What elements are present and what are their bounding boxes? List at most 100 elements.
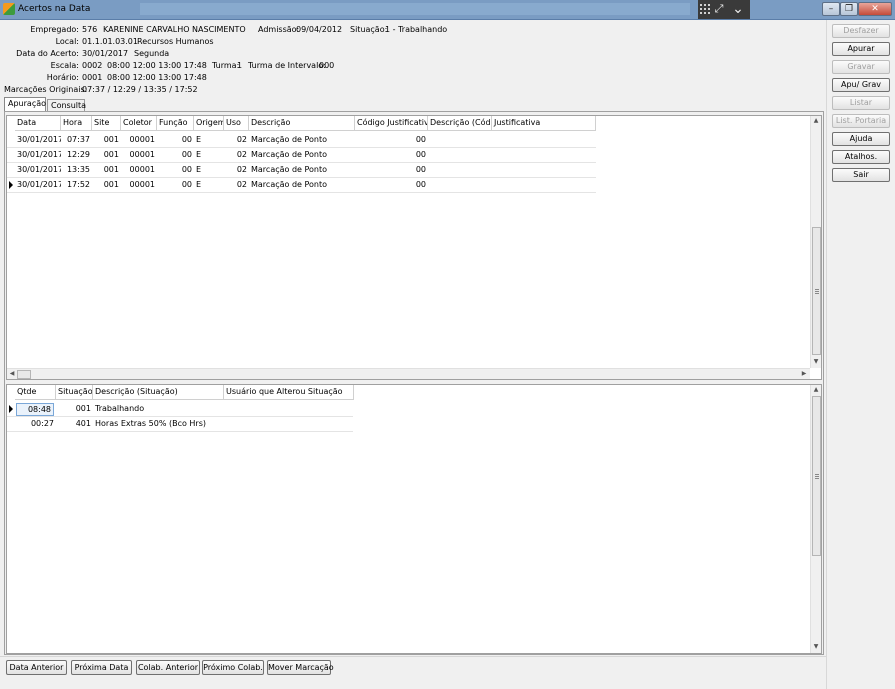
table-row-current[interactable]: 08:48 001 Trabalhando	[7, 402, 353, 417]
apurar-gravar-button[interactable]: Apu/ Grav	[832, 78, 890, 92]
atalhos-button[interactable]: Atalhos.	[832, 150, 890, 164]
admissao-label: Admissão:	[258, 25, 300, 34]
colab-anterior-button[interactable]: Colab. Anterior	[136, 660, 200, 675]
cell-data: 30/01/2017	[17, 135, 61, 144]
close-icon: ✕	[871, 4, 879, 14]
cell-coletor: 00001	[129, 135, 155, 144]
close-button[interactable]: ✕	[858, 2, 892, 16]
col-codigo-justificativa[interactable]: Código Justificativa	[355, 116, 428, 131]
marks-grid[interactable]: Data Hora Site Coletor Função Origem Uso…	[6, 115, 822, 380]
cell-descricao: Marcação de Ponto	[251, 135, 328, 144]
marcacoes-label: Marcações Originais:	[4, 85, 88, 94]
escala-times: 08:00 12:00 13:00 17:48	[107, 61, 207, 70]
local-label: Local:	[55, 37, 79, 46]
cell-descricao: Marcação de Ponto	[251, 150, 328, 159]
col-qtde[interactable]: Qtde	[15, 385, 56, 400]
table-row[interactable]: 00:27 401 Horas Extras 50% (Bco Hrs)	[7, 417, 353, 432]
scroll-left-icon[interactable]: ◀	[7, 369, 17, 379]
col-data[interactable]: Data	[15, 116, 61, 131]
col-descricao[interactable]: Descrição	[249, 116, 355, 131]
cell-origem: E	[196, 150, 202, 159]
scroll-up-icon[interactable]: ▲	[811, 116, 821, 126]
horario-label: Horário:	[46, 73, 79, 82]
minimize-button[interactable]: –	[822, 2, 840, 16]
situations-grid[interactable]: Qtde Situação Descrição (Situação) Usuár…	[6, 384, 822, 654]
tab-apuracao[interactable]: Apuração	[4, 97, 46, 111]
empregado-name: KARENINE CARVALHO NASCIMENTO	[103, 25, 246, 34]
cell-uso: 02	[236, 150, 247, 159]
situations-vertical-scrollbar[interactable]: ▲ ▼	[810, 385, 821, 653]
scroll-up-icon[interactable]: ▲	[811, 385, 821, 395]
cell-usuario	[224, 417, 354, 432]
situacao-label: Situação:	[350, 25, 388, 34]
proximo-colab-button[interactable]: Próximo Colab.	[202, 660, 264, 675]
window-title: Acertos na Data	[18, 4, 91, 14]
cell-hora: 07:37	[66, 135, 90, 144]
cell-descricao: Horas Extras 50% (Bco Hrs)	[95, 419, 207, 428]
grip-line	[815, 478, 819, 479]
col-situacao[interactable]: Situação	[56, 385, 93, 400]
turma-intervalo-value: 000	[319, 61, 335, 70]
sair-button[interactable]: Sair	[832, 168, 890, 182]
col-usuario[interactable]: Usuário que Alterou Situação	[224, 385, 354, 400]
marks-horizontal-scrollbar[interactable]: ◀ ▶	[7, 368, 810, 379]
restore-button[interactable]: ❐	[840, 2, 858, 16]
title-bar-blur	[140, 3, 690, 15]
col-coletor[interactable]: Coletor	[121, 116, 157, 131]
table-row[interactable]: 30/01/2017 07:37 001 00001 00 E 02 Marca…	[7, 133, 596, 148]
grip-line	[815, 474, 819, 475]
cell-coletor: 00001	[129, 180, 155, 189]
ajuda-button[interactable]: Ajuda	[832, 132, 890, 146]
scroll-down-icon[interactable]: ▼	[811, 357, 821, 367]
cell-codigo: 00	[415, 180, 426, 189]
grip-line	[815, 289, 819, 290]
empregado-label: Empregado:	[30, 25, 79, 34]
apurar-button[interactable]: Apurar	[832, 42, 890, 56]
marks-hscroll-thumb[interactable]	[17, 370, 31, 379]
scroll-right-icon[interactable]: ▶	[799, 369, 809, 379]
col-uso[interactable]: Uso	[224, 116, 249, 131]
col-descricao-situacao[interactable]: Descrição (Situação)	[93, 385, 224, 400]
cell-funcao: 00	[181, 180, 192, 189]
table-row-current[interactable]: 30/01/2017 17:52 001 00001 00 E 02 Marca…	[7, 178, 596, 193]
cell-descricao: Marcação de Ponto	[251, 165, 328, 174]
col-descricao-codigo[interactable]: Descrição (Códig	[428, 116, 492, 131]
scroll-down-icon[interactable]: ▼	[811, 642, 821, 652]
cell-site: 001	[103, 135, 119, 144]
cell-uso: 02	[236, 165, 247, 174]
situations-vscroll-thumb[interactable]	[812, 396, 821, 556]
cell-hora: 13:35	[66, 165, 90, 174]
cell-coletor: 00001	[129, 165, 155, 174]
gravar-button[interactable]: Gravar	[832, 60, 890, 74]
cell-origem: E	[196, 135, 202, 144]
grid-icon[interactable]	[699, 3, 711, 15]
proxima-data-button[interactable]: Próxima Data	[71, 660, 132, 675]
marks-vertical-scrollbar[interactable]: ▲ ▼	[810, 116, 821, 368]
minimize-icon: –	[828, 4, 834, 14]
cell-codigo: 00	[415, 150, 426, 159]
mover-marcacao-button[interactable]: Mover Marcação	[267, 660, 334, 675]
col-hora[interactable]: Hora	[61, 116, 92, 131]
marks-vscroll-thumb[interactable]	[812, 227, 821, 355]
col-origem[interactable]: Origem	[194, 116, 224, 131]
chevron-down-icon[interactable]: ⌄	[730, 1, 746, 17]
cell-funcao: 00	[181, 150, 192, 159]
col-justificativa[interactable]: Justificativa	[492, 116, 596, 131]
empregado-code: 576	[82, 25, 98, 34]
desfazer-button[interactable]: Desfazer	[832, 24, 890, 38]
cell-qtde-editing[interactable]: 08:48	[16, 403, 54, 416]
data-anterior-button[interactable]: Data Anterior	[6, 660, 67, 675]
col-site[interactable]: Site	[92, 116, 121, 131]
cell-situacao: 401	[75, 419, 91, 428]
table-row[interactable]: 30/01/2017 13:35 001 00001 00 E 02 Marca…	[7, 163, 596, 178]
cell-origem: E	[196, 180, 202, 189]
listar-portaria-button[interactable]: List. Portaria	[832, 114, 890, 128]
listar-button[interactable]: Listar	[832, 96, 890, 110]
table-row[interactable]: 30/01/2017 12:29 001 00001 00 E 02 Marca…	[7, 148, 596, 163]
col-funcao[interactable]: Função	[157, 116, 194, 131]
cell-funcao: 00	[181, 135, 192, 144]
cell-origem: E	[196, 165, 202, 174]
expand-icon[interactable]: ⤢	[713, 2, 725, 16]
local-name: Recursos Humanos	[137, 37, 214, 46]
marcacoes-value: 07:37 / 12:29 / 13:35 / 17:52	[82, 85, 198, 94]
